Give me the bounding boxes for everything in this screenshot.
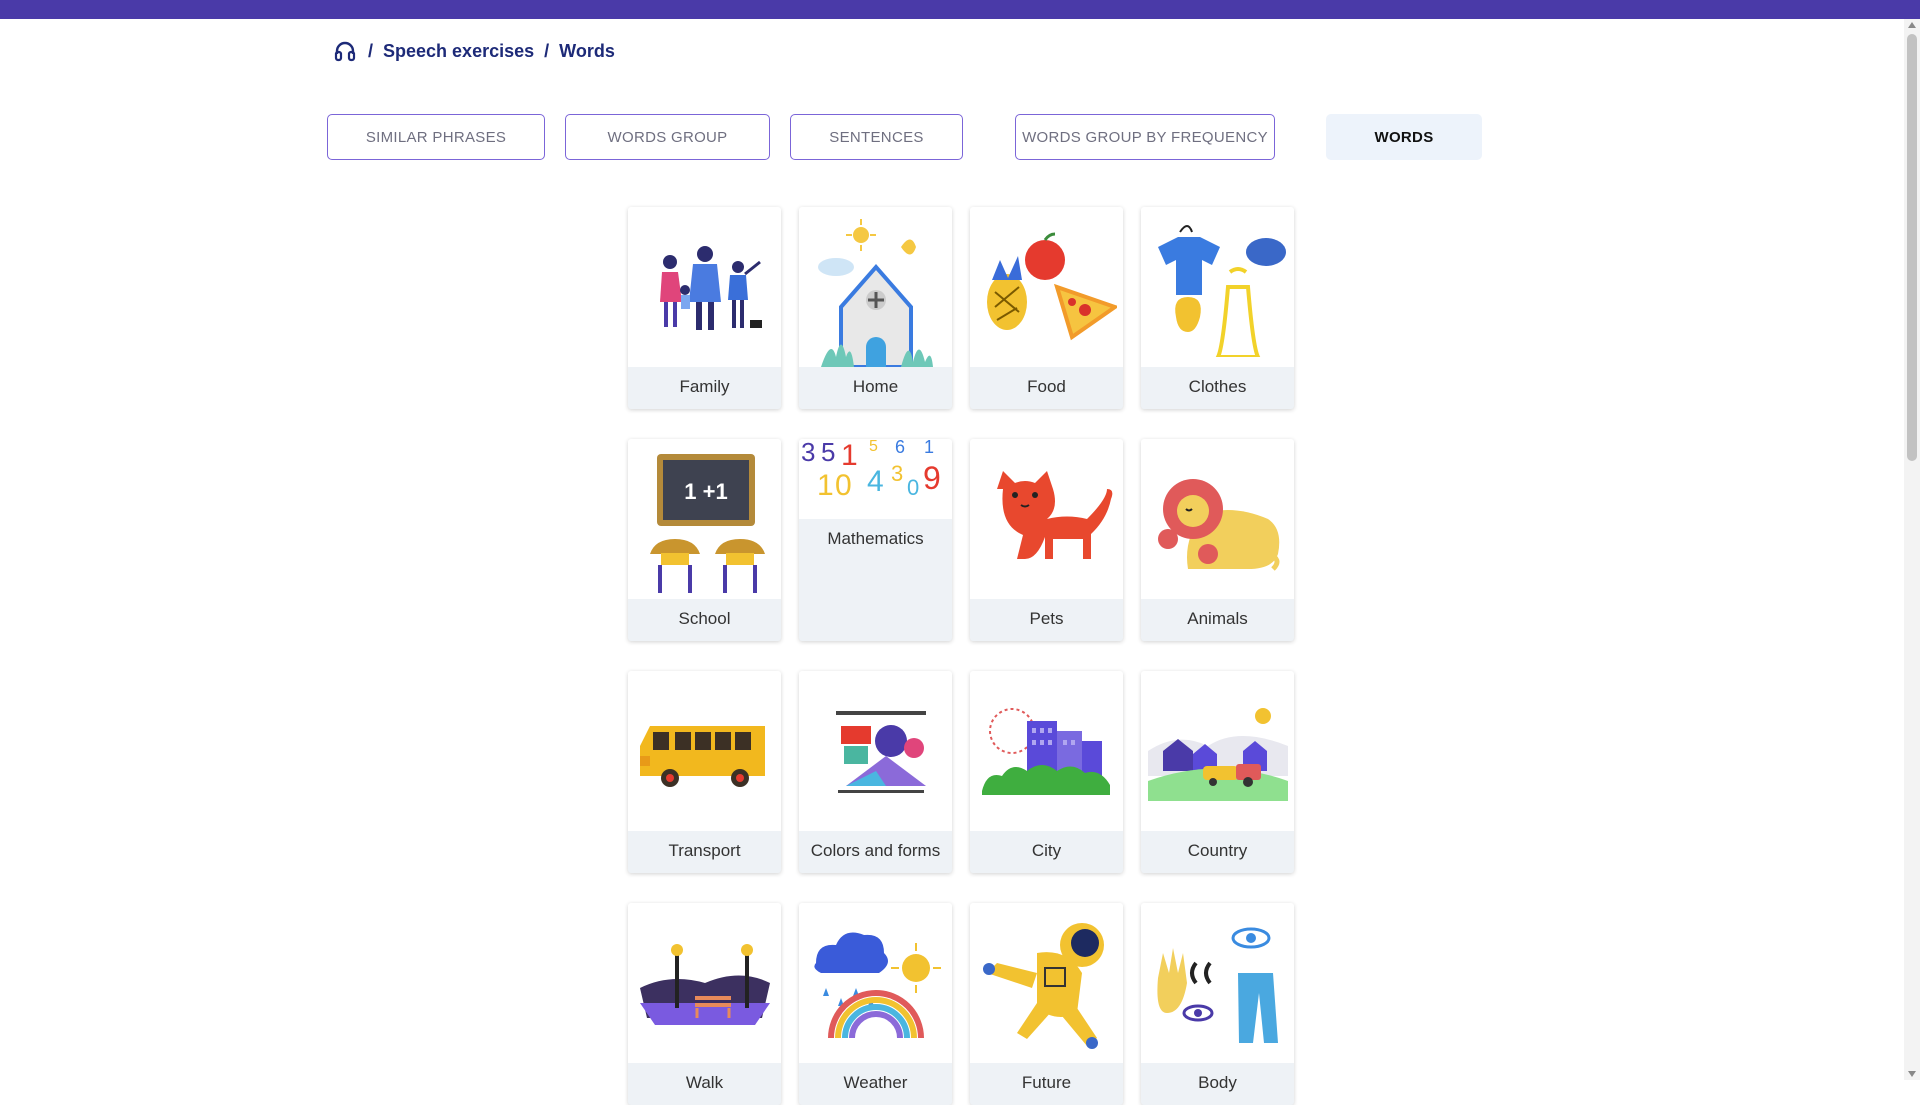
food-icon — [970, 207, 1123, 367]
category-label: Pets — [1029, 609, 1064, 628]
svg-text:0: 0 — [907, 475, 919, 500]
breadcrumb-current-words: Words — [559, 40, 615, 61]
category-card-clothes[interactable]: Clothes — [1141, 207, 1294, 409]
school-icon: 1 +1 — [628, 439, 781, 599]
category-label: Colors and forms — [810, 841, 941, 860]
category-label: Body — [1198, 1073, 1237, 1092]
tab-words[interactable]: WORDS — [1326, 114, 1482, 160]
headphones-icon[interactable] — [332, 38, 358, 64]
category-label: Home — [852, 377, 899, 396]
tab-words-group[interactable]: WORDS GROUP — [565, 114, 770, 160]
category-label: City — [1031, 841, 1062, 860]
svg-text:1 +1: 1 +1 — [684, 479, 727, 504]
numbers-icon: 3 5 1 5 6 1 1 0 4 3 0 9 — [799, 439, 952, 519]
cat-icon — [970, 439, 1123, 599]
house-icon — [799, 207, 952, 367]
category-card-home[interactable]: Home — [799, 207, 952, 409]
svg-text:0: 0 — [835, 469, 852, 502]
svg-text:3: 3 — [891, 461, 903, 486]
svg-text:1: 1 — [924, 439, 934, 457]
category-card-animals[interactable]: Animals — [1141, 439, 1294, 641]
svg-text:1: 1 — [841, 439, 858, 472]
scroll-up-arrow-icon[interactable] — [1908, 22, 1916, 28]
weather-icon — [799, 903, 952, 1063]
category-card-family[interactable]: Family — [628, 207, 781, 409]
astronaut-icon — [970, 903, 1123, 1063]
category-card-mathematics[interactable]: 3 5 1 5 6 1 1 0 4 3 0 9 Mathematics — [799, 439, 952, 641]
breadcrumb-separator: / — [368, 40, 374, 61]
category-label: School — [678, 609, 731, 628]
page-scrollbar[interactable] — [1904, 19, 1920, 1080]
scroll-down-arrow-icon[interactable] — [1908, 1071, 1916, 1077]
svg-text:5: 5 — [869, 439, 878, 455]
breadcrumb: / Speech exercises / Words — [332, 36, 615, 66]
bus-icon — [628, 671, 781, 831]
category-card-colors-and-forms[interactable]: Colors and forms — [799, 671, 952, 873]
category-label: Food — [1027, 377, 1066, 396]
category-card-pets[interactable]: Pets — [970, 439, 1123, 641]
category-card-country[interactable]: Country — [1141, 671, 1294, 873]
category-card-future[interactable]: Future — [970, 903, 1123, 1105]
breadcrumb-speech-exercises[interactable]: Speech exercises — [383, 41, 534, 62]
category-label: Mathematics — [827, 529, 924, 548]
park-icon — [628, 903, 781, 1063]
category-label: Family — [679, 377, 730, 396]
category-label: Clothes — [1188, 377, 1247, 396]
svg-text:9: 9 — [923, 460, 941, 496]
lion-icon — [1141, 439, 1294, 599]
svg-text:5: 5 — [821, 439, 835, 467]
category-label: Future — [1021, 1073, 1072, 1092]
category-card-school[interactable]: 1 +1 School — [628, 439, 781, 641]
tab-words-group-by-frequency[interactable]: WORDS GROUP BY FREQUENCY — [1015, 114, 1275, 160]
breadcrumb-separator: / — [544, 40, 550, 61]
category-label: Country — [1187, 841, 1248, 860]
category-card-city[interactable]: City — [970, 671, 1123, 873]
category-card-food[interactable]: Food — [970, 207, 1123, 409]
scrollbar-thumb[interactable] — [1907, 34, 1917, 461]
tab-sentences[interactable]: SENTENCES — [790, 114, 963, 160]
category-card-transport[interactable]: Transport — [628, 671, 781, 873]
category-label: Walk — [685, 1073, 724, 1092]
svg-text:6: 6 — [895, 439, 905, 457]
clothes-icon — [1141, 207, 1294, 367]
top-bar — [0, 0, 1920, 19]
exercise-tabs: SIMILAR PHRASES WORDS GROUP SENTENCES WO… — [0, 114, 1920, 162]
city-icon — [970, 671, 1123, 831]
svg-text:4: 4 — [867, 465, 884, 498]
category-card-walk[interactable]: Walk — [628, 903, 781, 1105]
family-icon — [628, 207, 781, 367]
svg-text:3: 3 — [801, 439, 815, 467]
body-icon — [1141, 903, 1294, 1063]
category-label: Animals — [1187, 609, 1248, 628]
countryside-icon — [1141, 671, 1294, 831]
tab-similar-phrases[interactable]: SIMILAR PHRASES — [327, 114, 545, 160]
category-label: Transport — [668, 841, 741, 860]
svg-text:1: 1 — [817, 469, 834, 502]
shapes-icon — [799, 671, 952, 831]
category-card-body[interactable]: Body — [1141, 903, 1294, 1105]
category-card-weather[interactable]: Weather — [799, 903, 952, 1105]
category-label: Weather — [843, 1073, 908, 1092]
